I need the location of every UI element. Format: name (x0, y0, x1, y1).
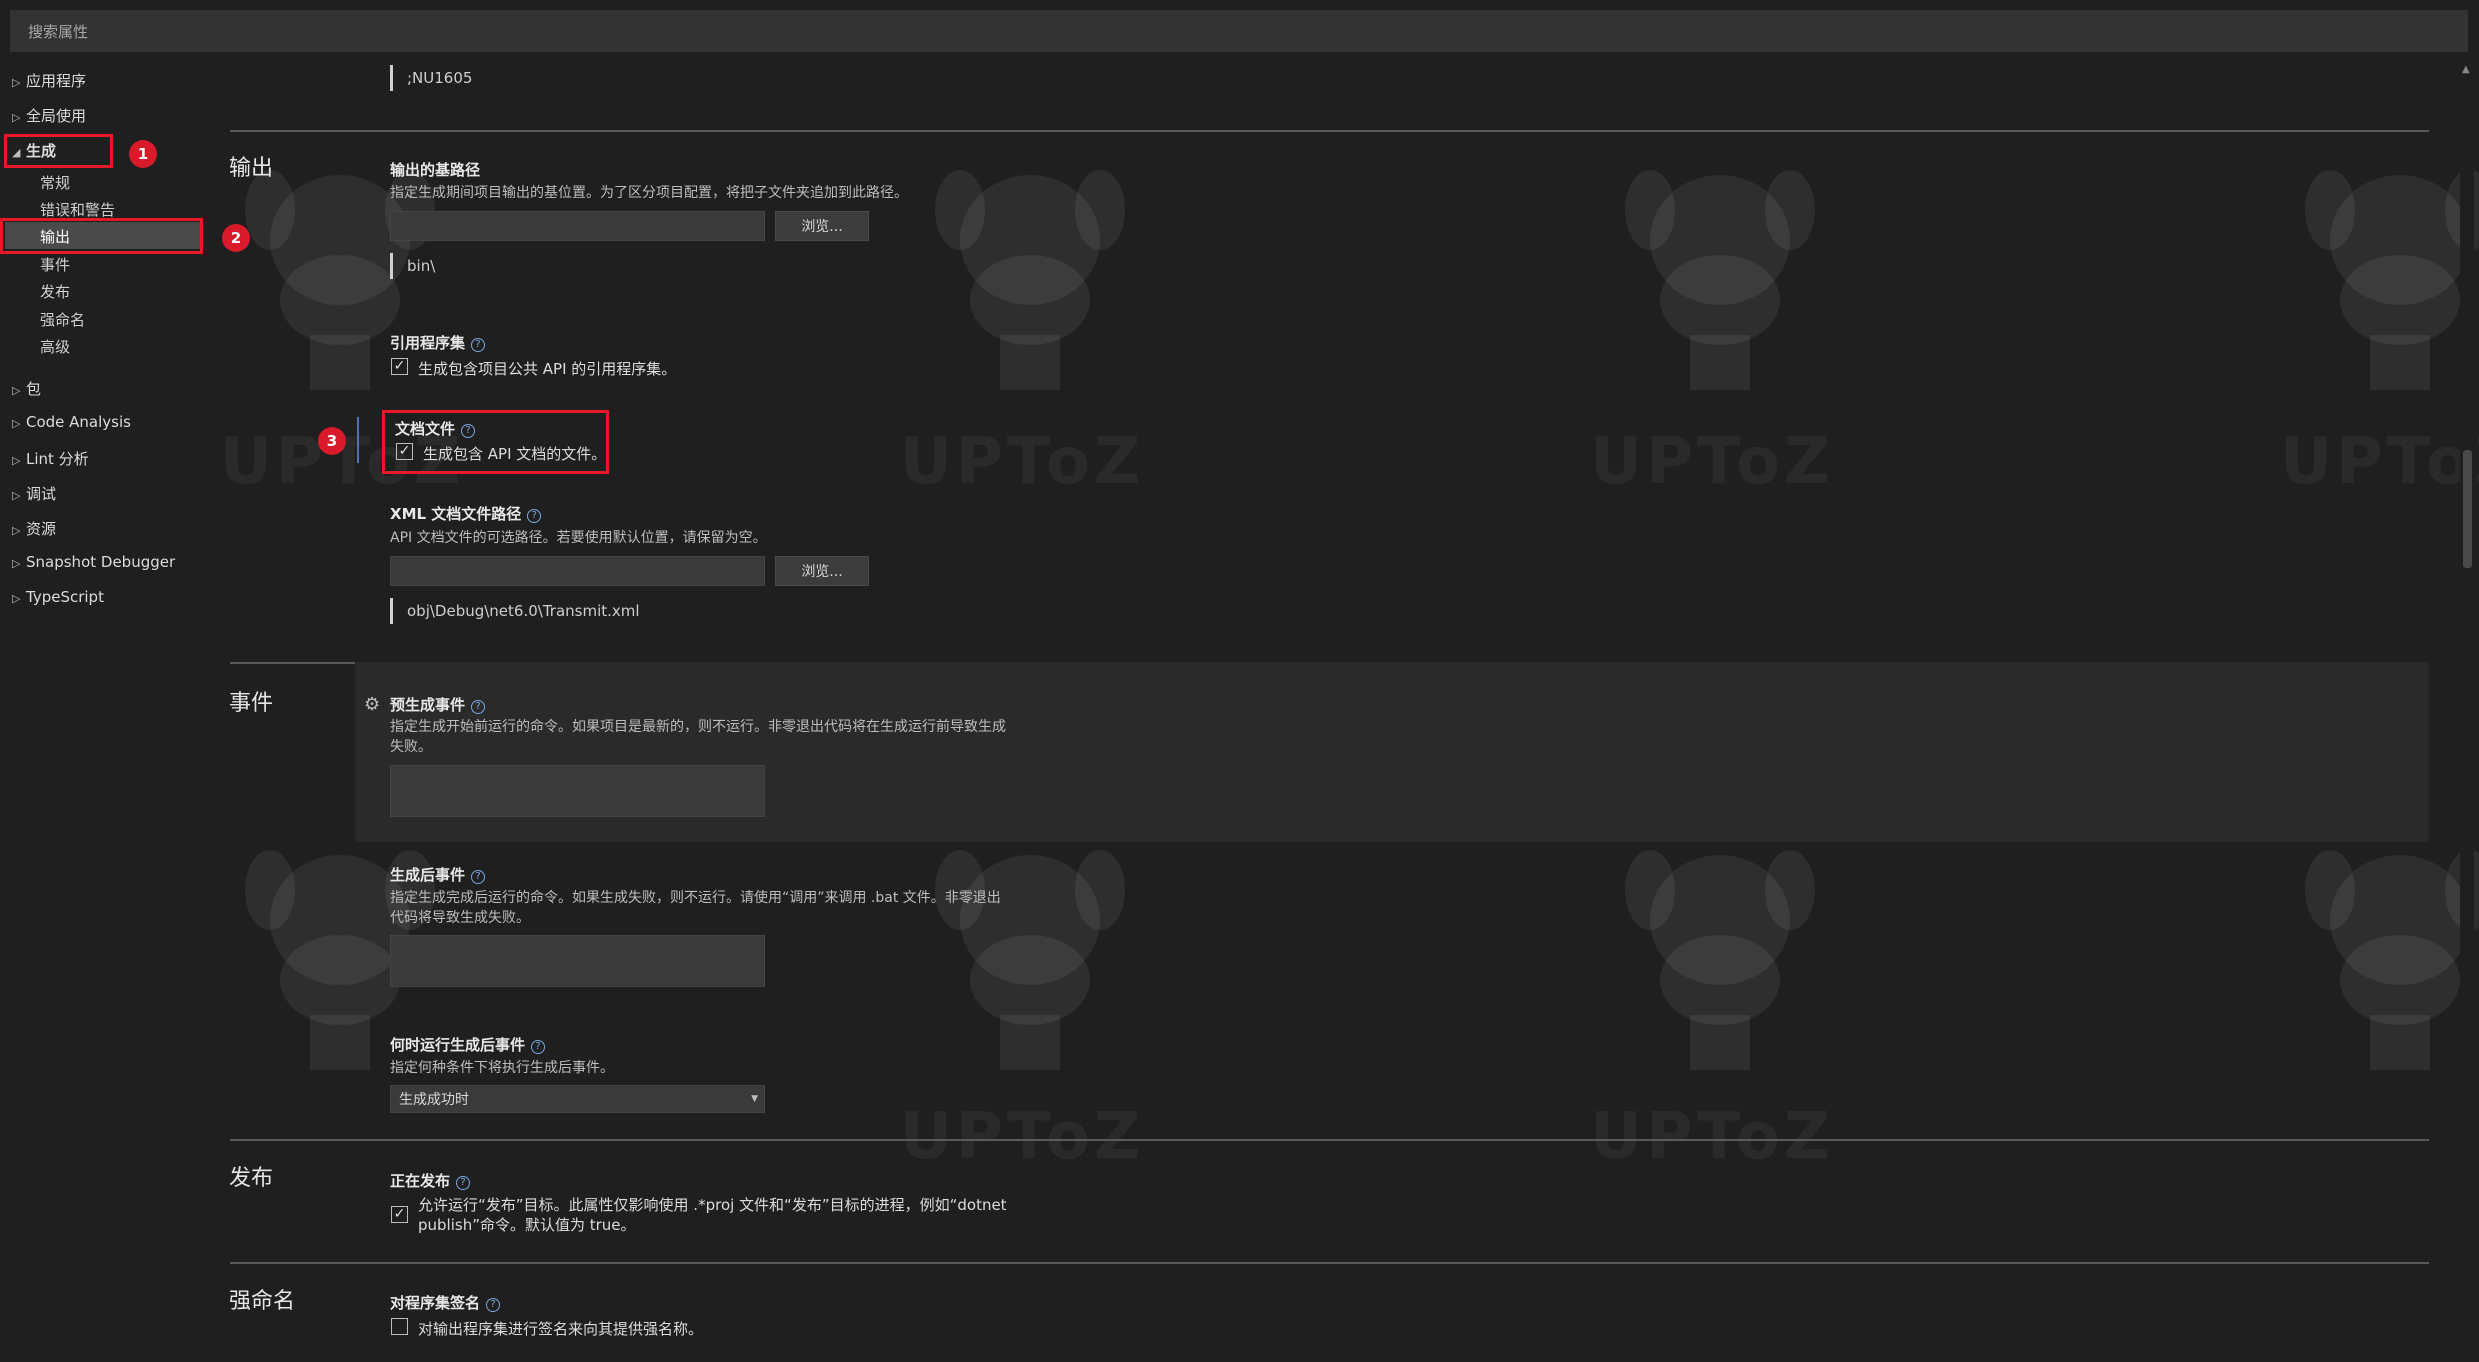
ref-assembly-checkbox-label: 生成包含项目公共 API 的引用程序集。 (418, 360, 677, 378)
help-icon[interactable]: ? (461, 424, 476, 438)
run-post-build-label: 何时运行生成后事件? (390, 1034, 546, 1055)
watermark-text: UPToZ (2280, 425, 2479, 499)
publishing-checkbox[interactable]: ✓ (391, 1206, 408, 1223)
publishing-label: 正在发布? (390, 1170, 471, 1191)
focus-indicator (357, 417, 359, 463)
sidebar-item-advanced[interactable]: 高级 (40, 336, 70, 357)
chevron-down-icon: ▼ (751, 1094, 758, 1104)
no-warn-value: ;NU1605 (390, 65, 472, 91)
annotation-box-output (0, 218, 203, 254)
vertical-scrollbar[interactable] (2460, 62, 2474, 1352)
section-title-output: 输出 (229, 156, 274, 181)
help-icon[interactable]: ? (527, 509, 542, 523)
doc-file-checkbox[interactable]: ✓ (396, 443, 413, 460)
chevron-right-icon: ▷ (12, 384, 21, 397)
scrollbar-thumb[interactable] (2463, 450, 2472, 568)
watermark-text: UPToZ (900, 425, 1145, 499)
sidebar-item-global-usings[interactable]: ▷ 全局使用 (12, 105, 86, 126)
dog-mascot-watermark (935, 170, 1125, 390)
run-post-build-selected: 生成成功时 (399, 1092, 469, 1108)
sign-assembly-checkbox-label: 对输出程序集进行签名来向其提供强名称。 (418, 1320, 704, 1338)
gear-icon[interactable]: ⚙ (364, 694, 380, 715)
sidebar-item-strong-naming[interactable]: 强命名 (40, 309, 85, 330)
chevron-right-icon: ▷ (12, 417, 21, 430)
sidebar-item-application[interactable]: ▷ 应用程序 (12, 70, 86, 91)
base-path-label: 输出的基路径 (390, 161, 481, 179)
pre-build-label: 预生成事件? (390, 694, 486, 715)
pre-build-description: 指定生成开始前运行的命令。如果项目是最新的，则不运行。非零退出代码将在生成运行前… (390, 719, 1006, 755)
help-icon[interactable]: ? (471, 700, 486, 714)
help-icon[interactable]: ? (471, 338, 486, 352)
annotation-badge-1: 1 (129, 140, 157, 168)
watermark-text: UPToZ (1590, 1100, 1835, 1174)
dog-mascot-watermark (935, 850, 1125, 1070)
xml-doc-path-browse-button[interactable]: 浏览... (775, 556, 869, 586)
publishing-checkbox-label: 允许运行“发布”目标。此属性仅影响使用 .*proj 文件和“发布”目标的进程，… (418, 1196, 1007, 1234)
section-title-publish: 发布 (229, 1166, 274, 1191)
sidebar-item-errors-warnings[interactable]: 错误和警告 (40, 199, 115, 220)
chevron-right-icon: ▷ (12, 524, 21, 537)
annotation-badge-2: 2 (222, 224, 250, 252)
run-post-build-description: 指定何种条件下将执行生成后事件。 (390, 1060, 614, 1076)
xml-doc-path-description: API 文档文件的可选路径。若要使用默认位置，请保留为空。 (390, 530, 767, 546)
run-post-build-select[interactable]: 生成成功时 ▼ (390, 1085, 765, 1113)
help-icon[interactable]: ? (486, 1298, 501, 1312)
help-icon[interactable]: ? (471, 870, 486, 884)
chevron-right-icon: ▷ (12, 76, 21, 89)
section-title-events: 事件 (229, 691, 274, 716)
chevron-right-icon: ▷ (12, 557, 21, 570)
xml-doc-path-value: obj\Debug\net6.0\Transmit.xml (390, 598, 640, 624)
sidebar-item-code-analysis[interactable]: ▷ Code Analysis (12, 413, 131, 431)
post-build-event-input[interactable] (390, 935, 765, 987)
sidebar-item-events[interactable]: 事件 (40, 254, 70, 275)
search-properties-input[interactable]: 搜索属性 (10, 10, 2468, 52)
watermark-text: UPToZ (1590, 425, 1835, 499)
chevron-right-icon: ▷ (12, 592, 21, 605)
annotation-badge-3: 3 (318, 427, 346, 455)
sign-assembly-label: 对程序集签名? (390, 1292, 501, 1313)
sidebar-item-debug[interactable]: ▷ 调试 (12, 483, 56, 504)
xml-doc-path-input[interactable] (390, 556, 765, 586)
doc-file-label: 文档文件? (395, 418, 476, 439)
ref-assembly-checkbox[interactable]: ✓ (391, 358, 408, 375)
doc-file-checkbox-label: 生成包含 API 文档的文件。 (423, 445, 607, 463)
dog-mascot-watermark (1625, 170, 1815, 390)
sidebar-item-snapshot-debugger[interactable]: ▷ Snapshot Debugger (12, 553, 175, 571)
sidebar-item-lint[interactable]: ▷ Lint 分析 (12, 448, 89, 469)
xml-doc-path-label: XML 文档文件路径? (390, 503, 542, 524)
dog-mascot-watermark (2305, 850, 2479, 1070)
sidebar-item-typescript[interactable]: ▷ TypeScript (12, 588, 104, 606)
sidebar-item-general[interactable]: 常规 (40, 172, 70, 193)
section-divider (230, 1262, 2429, 1264)
chevron-right-icon: ▷ (12, 454, 21, 467)
dog-mascot-watermark (1625, 850, 1815, 1070)
base-path-description: 指定生成期间项目输出的基位置。为了区分项目配置，将把子文件夹追加到此路径。 (390, 185, 908, 201)
pre-build-event-input[interactable] (390, 765, 765, 817)
chevron-right-icon: ▷ (12, 111, 21, 124)
scroll-up-icon[interactable]: ▲ (2462, 64, 2470, 75)
ref-assembly-label: 引用程序集? (390, 332, 486, 353)
sign-assembly-checkbox[interactable] (391, 1318, 408, 1335)
sidebar-item-publish[interactable]: 发布 (40, 281, 70, 302)
chevron-right-icon: ▷ (12, 489, 21, 502)
section-title-strong-name: 强命名 (229, 1289, 296, 1314)
base-path-input[interactable] (390, 211, 765, 241)
sidebar-item-package[interactable]: ▷ 包 (12, 378, 41, 399)
dog-mascot-watermark (2305, 170, 2479, 390)
sidebar-item-resources[interactable]: ▷ 资源 (12, 518, 56, 539)
post-build-label: 生成后事件? (390, 864, 486, 885)
section-divider (230, 130, 2429, 132)
annotation-box-build (4, 134, 113, 168)
base-path-value: bin\ (390, 253, 435, 279)
help-icon[interactable]: ? (531, 1040, 546, 1054)
search-placeholder: 搜索属性 (28, 22, 89, 41)
help-icon[interactable]: ? (456, 1176, 471, 1190)
post-build-description: 指定生成完成后运行的命令。如果生成失败，则不运行。请使用“调用”来调用 .bat… (390, 890, 1001, 926)
watermark-text: UPToZ (900, 1100, 1145, 1174)
base-path-browse-button[interactable]: 浏览... (775, 211, 869, 241)
section-divider (230, 1139, 2429, 1141)
